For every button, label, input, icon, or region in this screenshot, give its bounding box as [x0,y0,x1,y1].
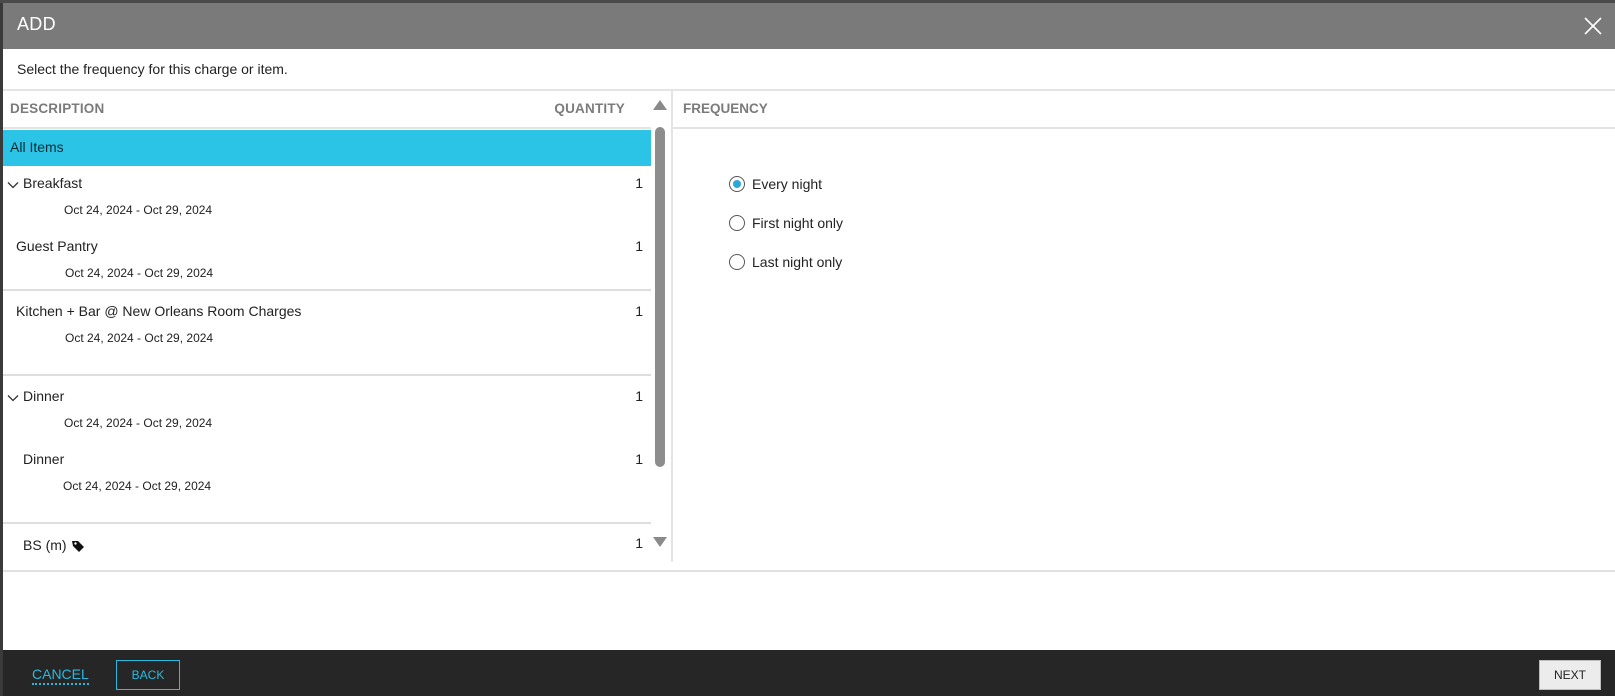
radio-label: Last night only [752,254,843,270]
list-item-quantity: 1 [635,535,643,551]
list-item-label: Breakfast [23,175,83,191]
list-item-label: Dinner [23,388,65,404]
chevron-down-icon[interactable] [7,392,19,404]
chevron-down-icon[interactable] [7,179,19,191]
header-top-border [0,0,1615,3]
items-panel: DESCRIPTION QUANTITY All Items Breakfast… [3,91,651,562]
radio-first-night-only[interactable]: First night only [729,215,843,231]
column-header-description: DESCRIPTION [10,101,105,116]
list-item-date-range: Oct 24, 2024 - Oct 29, 2024 [64,203,213,217]
list-item-label: All Items [10,139,64,155]
list-item-quantity: 1 [635,303,643,319]
column-header-quantity: QUANTITY [554,101,625,116]
scrollbar-thumb[interactable] [655,127,665,467]
list-item-quantity: 1 [635,451,643,467]
scroll-down-arrow-icon[interactable] [653,537,667,547]
divider [673,127,1615,129]
back-button[interactable]: BACK [116,660,180,690]
instruction-text: Select the frequency for this charge or … [17,61,288,77]
list-item-date-range: Oct 24, 2024 - Oct 29, 2024 [65,266,214,280]
dialog-header: ADD [3,3,1615,49]
frequency-heading: FREQUENCY [683,101,768,116]
close-icon [1584,17,1602,35]
list-item-label: Kitchen + Bar @ New Orleans Room Charges [16,303,302,319]
dialog-footer: CANCEL BACK NEXT [3,650,1615,696]
row-divider [3,289,651,291]
cancel-link[interactable]: CANCEL [32,666,89,685]
list-item-quantity: 1 [635,388,643,404]
radio-label: Every night [752,176,823,192]
list-scrollbar[interactable] [652,91,668,562]
row-divider [3,374,651,376]
close-button[interactable] [1581,14,1605,38]
radio-button[interactable] [729,215,745,231]
radio-last-night-only[interactable]: Last night only [729,254,842,270]
list-item-date-range: Oct 24, 2024 - Oct 29, 2024 [64,416,213,430]
frequency-panel: FREQUENCY Every night First night only L… [673,91,1615,562]
divider [3,570,1615,572]
radio-label: First night only [752,215,844,231]
add-dialog: ADD Select the frequency for this charge… [0,0,1615,696]
radio-button[interactable] [729,254,745,270]
scroll-up-arrow-icon[interactable] [653,100,667,110]
list-item-label: Dinner [23,451,65,467]
radio-every-night[interactable]: Every night [729,176,822,192]
list-item-date-range: Oct 24, 2024 - Oct 29, 2024 [63,479,212,493]
list-item-date-range: Oct 24, 2024 - Oct 29, 2024 [65,331,214,345]
list-item-all-items[interactable]: All Items [3,130,651,166]
next-button[interactable]: NEXT [1539,660,1601,690]
list-item-quantity: 1 [635,238,643,254]
row-divider [3,522,651,524]
items-list: All Items Breakfast 1 Oct 24, 2024 - Oct… [3,129,651,562]
list-item-label: Guest Pantry [16,238,98,254]
list-item-label: BS (m) [23,537,85,553]
tag-icon [71,541,84,553]
list-item-quantity: 1 [635,175,643,191]
dialog-title: ADD [17,14,56,34]
radio-button[interactable] [729,176,745,192]
